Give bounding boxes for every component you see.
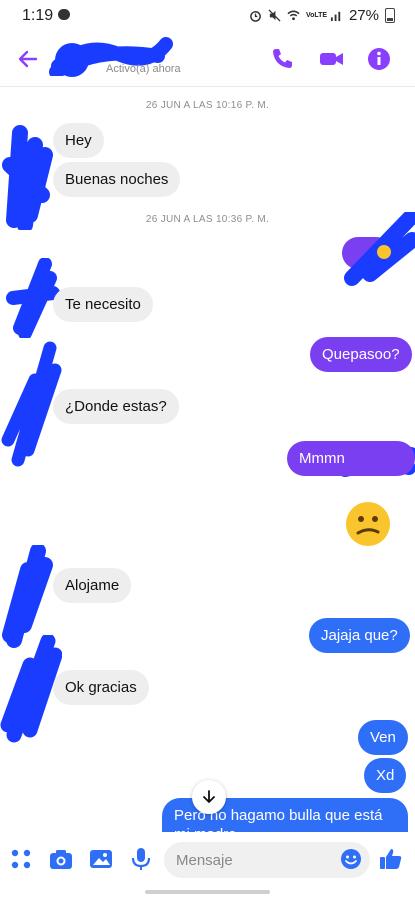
signal-icon <box>330 11 341 22</box>
video-call-icon[interactable] <box>318 45 346 73</box>
apps-icon[interactable] <box>8 846 34 872</box>
alarm-icon <box>250 11 261 22</box>
incoming-message[interactable]: Buenas noches <box>53 162 181 197</box>
confused-emoji[interactable] <box>346 502 390 546</box>
incoming-message[interactable]: Hey <box>53 123 104 158</box>
incoming-message[interactable]: Alojame <box>53 568 132 603</box>
scroll-to-bottom-button[interactable] <box>192 780 226 814</box>
battery-percent: 27% <box>348 7 379 24</box>
like-icon[interactable] <box>378 846 404 872</box>
outgoing-message[interactable]: Jajaja que? <box>309 618 410 653</box>
emoji-icon[interactable] <box>340 848 362 870</box>
incoming-message[interactable]: Te necesito <box>53 287 153 322</box>
presence-status: Activo(a) ahora <box>106 63 181 75</box>
back-arrow-icon[interactable] <box>14 45 42 73</box>
volte-label: VoLTE <box>305 12 328 19</box>
phone-icon[interactable] <box>268 45 296 73</box>
wifi-icon <box>287 10 300 21</box>
status-icons: VoLTE 27% <box>249 7 395 24</box>
confused-face-icon <box>356 516 380 535</box>
outgoing-message[interactable]: Xd <box>364 758 407 793</box>
outgoing-message[interactable]: Mmmn <box>287 441 415 476</box>
info-icon[interactable] <box>365 45 393 73</box>
mic-icon[interactable] <box>128 846 154 872</box>
status-bar: 1:19 VoLTE 27% <box>0 0 415 32</box>
outgoing-message[interactable]: Quepasoo? <box>310 337 412 372</box>
date-separator: 26 JUN A LAS 10:16 P. M. <box>145 100 270 111</box>
outgoing-message[interactable]: Ven <box>358 720 408 755</box>
mute-icon <box>268 9 281 22</box>
redacted-avatar-scribble <box>2 125 53 230</box>
status-time: 1:19 <box>22 7 54 24</box>
gallery-icon[interactable] <box>88 846 114 872</box>
home-indicator <box>145 890 270 894</box>
incoming-message[interactable]: Ok gracias <box>53 670 149 705</box>
incoming-message[interactable]: ¿Donde estas? <box>53 389 179 424</box>
chat-notification-icon <box>58 9 70 20</box>
redacted-avatar-scribble <box>6 258 60 338</box>
battery-icon <box>385 8 395 23</box>
arrow-down-icon <box>203 790 215 803</box>
conversation-header: Activo(a) ahora <box>0 32 415 87</box>
redacted-image-scribble <box>342 212 415 286</box>
camera-icon[interactable] <box>48 846 74 872</box>
composer-bar <box>0 832 415 890</box>
